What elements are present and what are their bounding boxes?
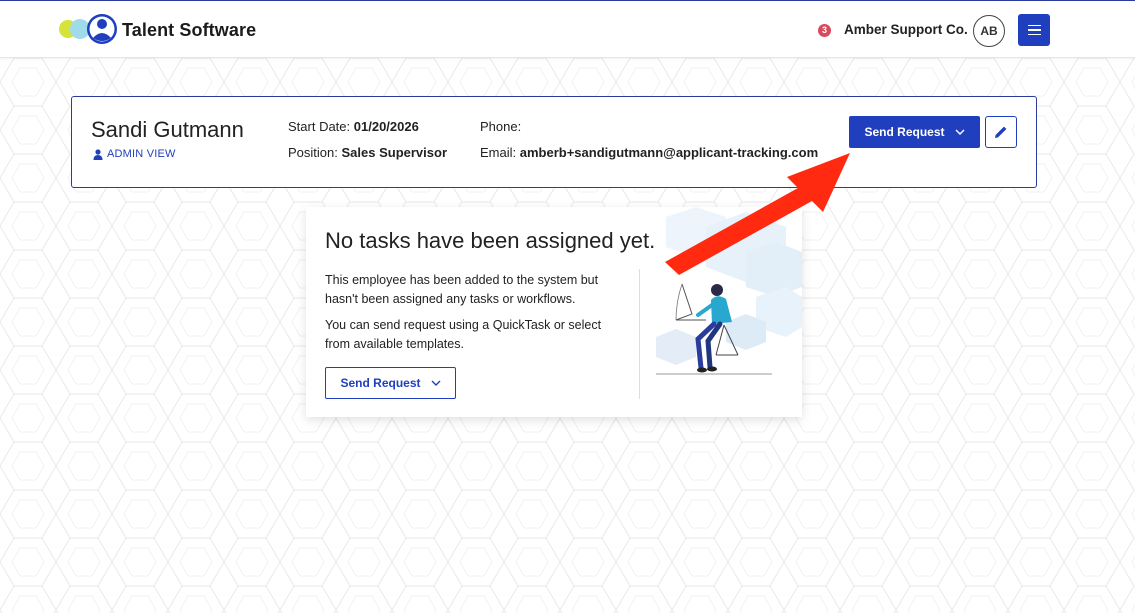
- user-avatar[interactable]: AB: [973, 15, 1005, 47]
- send-request-secondary-button[interactable]: Send Request: [325, 367, 456, 399]
- person-at-desk-illustration: [656, 207, 802, 375]
- employee-summary-card: Sandi Gutmann ADMIN VIEW Start Date: 01/…: [71, 96, 1037, 188]
- pencil-icon: [995, 126, 1007, 138]
- menu-icon-bar: [1027, 29, 1041, 31]
- send-request-label: Send Request: [864, 125, 945, 139]
- company-name[interactable]: Amber Support Co.: [844, 22, 968, 37]
- email-label: Email:: [480, 145, 517, 160]
- start-date-value: 01/20/2026: [353, 119, 419, 134]
- email-row: Email: amberb+sandigutmann@applicant-tra…: [480, 145, 818, 160]
- send-request-button[interactable]: Send Request: [849, 116, 980, 148]
- phone-label: Phone:: [480, 119, 522, 134]
- hamburger-menu-button[interactable]: [1018, 14, 1050, 46]
- top-navigation-bar: Talent Software 3 Amber Support Co. AB: [0, 0, 1135, 58]
- start-date-label: Start Date:: [288, 119, 351, 134]
- app-name: Talent Software: [122, 19, 257, 40]
- empty-state-description: This employee has been added to the syst…: [325, 273, 599, 306]
- admin-view-label: ADMIN VIEW: [107, 148, 176, 160]
- position-label: Position:: [288, 145, 338, 160]
- email-value[interactable]: amberb+sandigutmann@applicant-tracking.c…: [520, 145, 818, 160]
- send-request-label: Send Request: [340, 376, 421, 390]
- app-logo[interactable]: Talent Software: [58, 13, 256, 47]
- menu-icon-bar: [1027, 24, 1041, 27]
- employee-name: Sandi Gutmann: [91, 117, 244, 142]
- empty-state-instructions: You can send request using a QuickTask o…: [325, 318, 602, 351]
- edit-employee-button[interactable]: [985, 116, 1017, 148]
- empty-state-title: No tasks have been assigned yet.: [325, 228, 656, 253]
- menu-icon-bar: [1027, 33, 1041, 36]
- admin-view-link[interactable]: ADMIN VIEW: [93, 148, 176, 160]
- empty-tasks-card: No tasks have been assigned yet. This em…: [306, 207, 802, 417]
- notification-badge[interactable]: 3: [818, 24, 831, 37]
- position-value: Sales Supervisor: [341, 145, 448, 160]
- phone-row: Phone:: [480, 119, 521, 134]
- start-date-row: Start Date: 01/20/2026: [288, 119, 419, 134]
- user-icon: [93, 148, 103, 160]
- vertical-divider: [639, 269, 640, 399]
- logo-icon: [58, 13, 120, 47]
- chevron-down-icon: [955, 129, 964, 135]
- chevron-down-icon: [431, 380, 440, 386]
- position-row: Position: Sales Supervisor: [288, 145, 447, 160]
